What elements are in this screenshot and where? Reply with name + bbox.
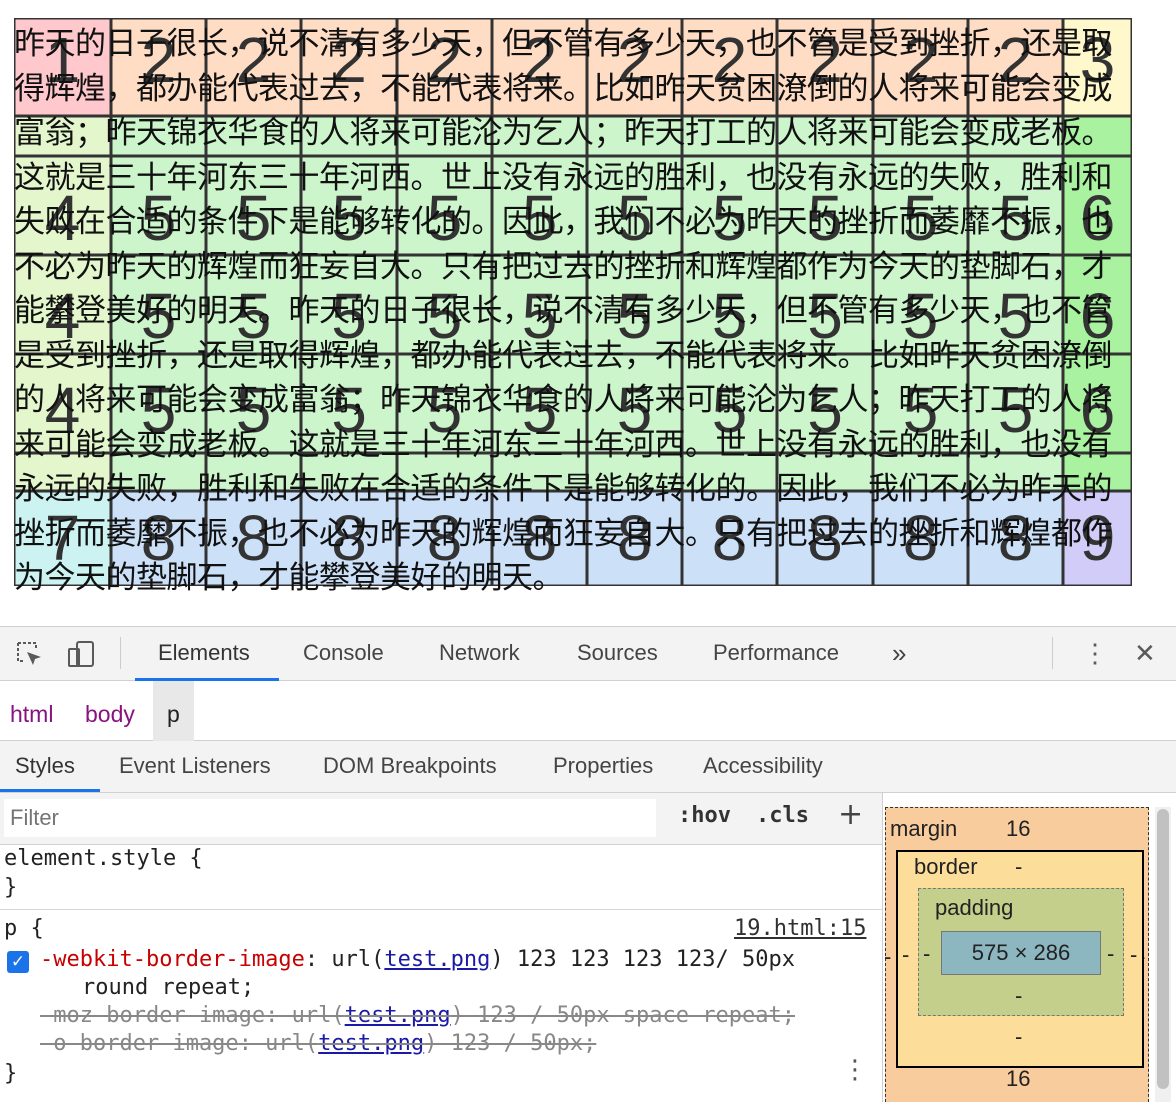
border-bottom-value[interactable]: - [1015, 1024, 1022, 1050]
padding-bottom-value[interactable]: - [1015, 983, 1022, 1009]
overridden-property[interactable]: -moz-border-image: url(test.png) 123 / 5… [40, 1003, 795, 1028]
element-style-close: } [4, 875, 18, 900]
rule-menu-icon[interactable]: ⋮ [842, 1055, 868, 1085]
subtab-dom-breakpoints[interactable]: DOM Breakpoints [323, 741, 497, 793]
subtab-accessibility[interactable]: Accessibility [703, 741, 823, 793]
border-left-value[interactable]: - [902, 942, 909, 968]
property-name: -o-border-image [40, 1031, 239, 1056]
devtools-toolbar: Elements Console Network Sources Perform… [0, 627, 1176, 681]
padding-label: padding [935, 895, 1014, 920]
element-style-selector[interactable]: element.style { [4, 846, 203, 871]
tab-console[interactable]: Console [303, 627, 384, 681]
scrollbar-thumb[interactable] [1157, 809, 1169, 1089]
new-style-rule-button[interactable]: + [838, 797, 863, 832]
padding-left-value[interactable]: - [923, 941, 930, 967]
property-value-end: ) 123 123 123 123/ 50px [490, 947, 795, 972]
margin-top-value[interactable]: 16 [1006, 816, 1030, 842]
property-declaration[interactable]: -webkit-border-image: url(test.png) 123 … [40, 947, 795, 972]
property-value-start: : url( [238, 1031, 319, 1056]
breadcrumb-html[interactable]: html [10, 681, 53, 741]
property-value-end: ) 123 / 50px space repeat; [450, 1003, 795, 1028]
toolbar-divider [1052, 637, 1053, 669]
margin-bottom-value[interactable]: 16 [1006, 1066, 1030, 1092]
subtab-event-listeners[interactable]: Event Listeners [119, 741, 271, 793]
box-model-padding: padding - - - 575 × 286 [918, 888, 1124, 1016]
more-tabs-icon[interactable]: » [892, 627, 906, 681]
sidebar-tabs: Styles Event Listeners DOM Breakpoints P… [0, 741, 1176, 793]
box-model-margin: margin 16 16 - - border - - - - padding … [884, 807, 1149, 1102]
property-name: -moz-border-image [40, 1003, 266, 1028]
box-model-scrollbar[interactable] [1155, 807, 1171, 1102]
hover-state-toggle[interactable]: :hov [678, 803, 731, 828]
property-value-start: : url( [304, 947, 385, 972]
styles-filter-input[interactable] [4, 799, 656, 837]
padding-right-value[interactable]: - [1107, 941, 1114, 967]
active-subtab-indicator [0, 789, 100, 792]
subtab-styles[interactable]: Styles [15, 741, 75, 793]
rule-close: } [4, 1061, 18, 1086]
box-model-content[interactable]: 575 × 286 [941, 931, 1101, 975]
styles-pane: :hov .cls + element.style { } p { 19.htm… [0, 793, 882, 1102]
subtab-properties[interactable]: Properties [553, 741, 653, 793]
tab-performance[interactable]: Performance [713, 627, 839, 681]
breadcrumb-body[interactable]: body [85, 681, 135, 741]
property-value-end: ) 123 / 50px; [424, 1031, 597, 1056]
margin-left-value[interactable]: - [884, 944, 891, 970]
url-link[interactable]: test.png [318, 1031, 424, 1056]
border-label: border [914, 854, 978, 879]
devtools-menu-icon[interactable]: ⋮ [1082, 627, 1108, 681]
rule-divider [0, 909, 882, 910]
border-top-value[interactable]: - [1015, 854, 1022, 880]
box-model-border: border - - - - padding - - - 575 × 286 [896, 850, 1144, 1068]
page-viewport: 1222222222234555555555564555555555564555… [0, 0, 1176, 626]
toolbar-divider [120, 637, 121, 669]
url-link[interactable]: test.png [384, 947, 490, 972]
device-toolbar-icon[interactable] [64, 637, 98, 671]
property-value-continuation: round repeat; [82, 975, 255, 1000]
border-right-value[interactable]: - [1130, 942, 1137, 968]
class-toggle[interactable]: .cls [756, 803, 809, 828]
property-checkbox[interactable]: ✓ [7, 951, 29, 973]
breadcrumb-p[interactable]: p [153, 681, 194, 741]
close-devtools-icon[interactable]: ✕ [1134, 627, 1156, 681]
devtools-panel: Elements Console Network Sources Perform… [0, 626, 1176, 1102]
tab-network[interactable]: Network [439, 627, 520, 681]
rule-selector[interactable]: p { [4, 916, 44, 941]
property-value-start: : url( [265, 1003, 345, 1028]
page-paragraph: 昨天的日子很长，说不清有多少天，但不管有多少天，也不管是受到挫折，还是取得辉煌，… [14, 26, 1113, 596]
tab-sources[interactable]: Sources [577, 627, 658, 681]
dom-breadcrumb: html body p [0, 681, 1176, 741]
overridden-property[interactable]: -o-border-image: url(test.png) 123 / 50p… [40, 1031, 596, 1056]
url-link[interactable]: test.png [345, 1003, 451, 1028]
property-name: -webkit-border-image [40, 947, 305, 972]
tab-elements[interactable]: Elements [158, 627, 250, 681]
box-model-pane: margin 16 16 - - border - - - - padding … [882, 793, 1176, 1102]
styles-filter-row: :hov .cls + [0, 793, 882, 845]
margin-label: margin [890, 816, 958, 841]
rule-source-link[interactable]: 19.html:15 [734, 916, 866, 941]
inspect-element-icon[interactable] [12, 637, 46, 671]
